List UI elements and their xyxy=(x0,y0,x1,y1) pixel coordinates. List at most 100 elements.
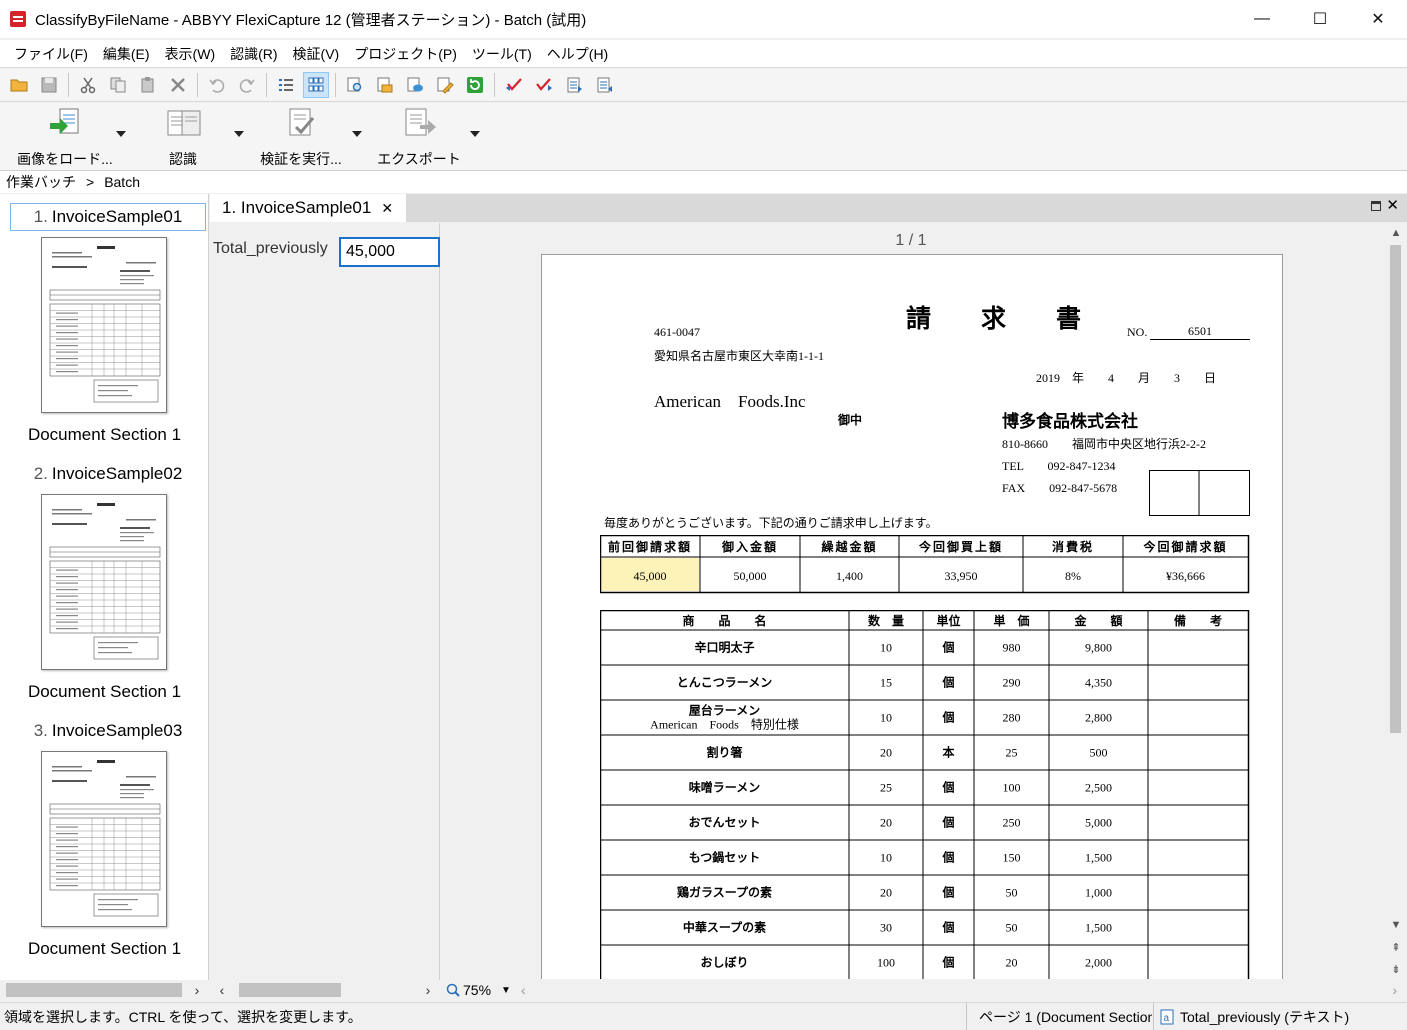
scroll-left-icon[interactable]: ‹ xyxy=(213,980,231,1000)
menu-edit[interactable]: 編集(E) xyxy=(97,44,159,64)
items-cell: 9,800 xyxy=(1085,641,1112,655)
menu-bar: ファイル(F) 編集(E) 表示(W) 認識(R) 検証(V) プロジェクト(P… xyxy=(0,40,1407,68)
export-button[interactable]: エクスポート xyxy=(364,103,480,170)
scroll-down-icon[interactable]: ▼ xyxy=(1385,915,1407,935)
scroll-right-icon[interactable]: › xyxy=(419,980,437,1000)
document-title[interactable]: 1. InvoiceSample01 xyxy=(10,203,206,231)
summary-header: 今回御買上額 xyxy=(918,539,1003,554)
save-icon[interactable] xyxy=(36,72,62,98)
invoice-company: 博多食品株式会社 xyxy=(1002,412,1138,431)
close-button[interactable]: ✕ xyxy=(1349,0,1407,38)
refresh-icon[interactable] xyxy=(462,72,488,98)
open-folder-icon[interactable] xyxy=(6,72,32,98)
document-thumbnail[interactable] xyxy=(41,237,167,413)
redo-icon[interactable] xyxy=(234,72,260,98)
document-network-icon[interactable] xyxy=(402,72,428,98)
paste-icon[interactable] xyxy=(135,72,161,98)
invoice-page[interactable]: 請 求 書 461-0047 愛知県名古屋市東区大幸南1-1-1 NO. 650… xyxy=(541,254,1283,979)
status-message: 領域を選択します。CTRL を使って、選択を変更します。 xyxy=(4,1008,362,1025)
image-viewer[interactable]: 1 / 1 請 求 書 461-0047 愛知県名古屋市東区大幸南1-1-1 N… xyxy=(441,223,1385,979)
page-up-icon[interactable]: ⇞ xyxy=(1385,937,1407,957)
items-cell: おでんセット xyxy=(688,816,760,830)
scroll-thumb[interactable] xyxy=(239,983,341,997)
field-panel: Total_previously 45,000 xyxy=(210,223,440,981)
items-cell: 1,000 xyxy=(1085,886,1112,900)
tab-close-icon[interactable]: ✕ xyxy=(381,200,393,217)
next-document-icon[interactable] xyxy=(591,72,617,98)
undo-icon[interactable] xyxy=(204,72,230,98)
thumbnail-view-icon[interactable] xyxy=(303,72,329,98)
menu-help[interactable]: ヘルプ(H) xyxy=(541,44,617,64)
document-title[interactable]: 2. InvoiceSample02 xyxy=(10,460,206,488)
copy-icon[interactable] xyxy=(105,72,131,98)
menu-tools[interactable]: ツール(T) xyxy=(466,44,541,64)
invoice-postal-code: 461-0047 xyxy=(654,325,700,339)
items-cell: 10 xyxy=(880,851,892,865)
items-cell: 10 xyxy=(880,711,892,725)
viewer-vertical-scrollbar[interactable]: ▲ ▼ ⇞ ⇟ xyxy=(1385,223,1407,979)
export-dropdown-icon[interactable] xyxy=(470,131,480,137)
menu-view[interactable]: 表示(W) xyxy=(159,44,225,64)
items-cell: American Foods 特別仕様 xyxy=(650,717,799,732)
field-panel-horizontal-scrollbar[interactable]: ‹ › xyxy=(211,980,440,1000)
items-header: 金 額 xyxy=(1073,613,1122,628)
summary-value: 50,000 xyxy=(734,569,767,583)
menu-recognize[interactable]: 認識(R) xyxy=(224,44,286,64)
menu-file[interactable]: ファイル(F) xyxy=(8,44,97,64)
tab-invoicesample01[interactable]: 1. InvoiceSample01 ✕ xyxy=(210,194,406,222)
page-down-icon[interactable]: ⇟ xyxy=(1385,959,1407,979)
maximize-button[interactable]: ☐ xyxy=(1291,0,1349,38)
verify-dropdown-icon[interactable] xyxy=(352,131,362,137)
cut-icon[interactable] xyxy=(75,72,101,98)
breadcrumb-root[interactable]: 作業バッチ xyxy=(6,172,76,192)
invoice-company-address: 810-8660 福岡市中央区地行浜2-2-2 xyxy=(1002,437,1206,451)
export-label: エクスポート xyxy=(377,151,461,167)
load-images-button[interactable]: 画像をロード... xyxy=(10,103,126,170)
previous-error-icon[interactable] xyxy=(501,72,527,98)
close-pane-icon[interactable]: ✕ xyxy=(1386,196,1399,214)
thumbnail-content xyxy=(49,760,161,917)
total-previously-input[interactable]: 45,000 xyxy=(339,237,440,267)
zoom-dropdown-icon[interactable]: ▼ xyxy=(501,985,511,996)
scroll-left-icon[interactable]: ‹ xyxy=(521,982,526,998)
menu-verify[interactable]: 検証(V) xyxy=(287,44,349,64)
breadcrumb-separator: > xyxy=(86,174,95,190)
recognize-button[interactable]: 認識 xyxy=(128,103,244,170)
document-thumbnail[interactable] xyxy=(41,751,167,927)
document-title[interactable]: 3. InvoiceSample03 xyxy=(10,717,206,745)
load-images-dropdown-icon[interactable] xyxy=(116,131,126,137)
zoom-icon[interactable] xyxy=(446,983,460,997)
minimize-button[interactable]: — xyxy=(1233,0,1291,38)
summary-header: 繰越金額 xyxy=(821,539,877,554)
invoice-greeting: 毎度ありがとうございます。下記の通りご請求申し上げます。 xyxy=(604,516,938,530)
document-list-horizontal-scrollbar[interactable]: › xyxy=(0,980,210,1000)
items-cell: 20 xyxy=(880,816,892,830)
document-edit-icon[interactable] xyxy=(432,72,458,98)
text-field-icon: a xyxy=(1160,1009,1174,1025)
previous-document-icon[interactable] xyxy=(561,72,587,98)
scroll-thumb[interactable] xyxy=(6,983,182,997)
breadcrumb-current[interactable]: Batch xyxy=(104,174,140,190)
items-cell: とんこつラーメン xyxy=(677,676,773,690)
next-error-icon[interactable] xyxy=(531,72,557,98)
batch-search-icon[interactable] xyxy=(342,72,368,98)
scroll-thumb[interactable] xyxy=(1390,245,1401,733)
details-view-icon[interactable] xyxy=(273,72,299,98)
scroll-up-icon[interactable]: ▲ xyxy=(1385,223,1407,243)
recognize-dropdown-icon[interactable] xyxy=(234,131,244,137)
items-cell: おしぼり xyxy=(700,956,748,970)
window-controls: — ☐ ✕ xyxy=(1233,0,1407,38)
items-cell: 20 xyxy=(1006,956,1018,970)
items-cell: 個 xyxy=(941,850,954,865)
restore-pane-icon[interactable] xyxy=(1371,201,1381,211)
document-thumbnail[interactable] xyxy=(41,494,167,670)
scroll-right-icon[interactable]: › xyxy=(1392,982,1397,998)
scroll-right-icon[interactable]: › xyxy=(188,980,206,1000)
menu-project[interactable]: プロジェクト(P) xyxy=(348,44,466,64)
zoom-level[interactable]: 75% xyxy=(463,982,491,998)
delete-icon[interactable] xyxy=(165,72,191,98)
invoice-no-value: 6501 xyxy=(1150,324,1250,340)
document-folder-icon[interactable] xyxy=(372,72,398,98)
svg-text:a: a xyxy=(1164,1013,1170,1024)
verify-button[interactable]: 検証を実行... xyxy=(246,103,362,170)
